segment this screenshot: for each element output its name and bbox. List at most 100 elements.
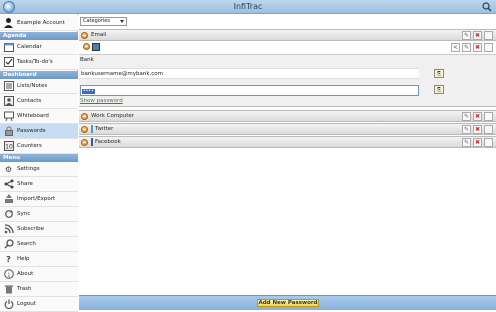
svg-text:i: i: [8, 272, 10, 279]
sidebar-item-trash[interactable]: Trash: [0, 282, 78, 297]
group-label: Work Computer: [91, 113, 135, 119]
group-label: Email: [91, 32, 107, 38]
sidebar-item-share[interactable]: Share: [0, 177, 78, 192]
sidebar-item-label: Contacts: [17, 98, 42, 104]
expand-icon[interactable]: [81, 112, 88, 120]
delete-icon[interactable]: ✖: [473, 112, 482, 121]
entry-toolbar: < ✎ ✖: [79, 41, 496, 55]
delete-icon[interactable]: ✖: [473, 125, 482, 134]
checkbox[interactable]: [484, 125, 493, 134]
group-row-work-computer[interactable]: Work Computer ✎ ✖: [79, 110, 496, 122]
sidebar-item-import-export[interactable]: Import/Export: [0, 192, 78, 207]
search-icon[interactable]: [482, 2, 492, 12]
sidebar-item-counters[interactable]: 10 Counters: [0, 139, 78, 154]
sidebar-item-calendar[interactable]: Calendar: [0, 40, 78, 55]
account-item[interactable]: Example Account: [0, 15, 78, 31]
edit-icon[interactable]: ✎: [462, 43, 471, 52]
delete-icon[interactable]: ✖: [473, 43, 482, 52]
group-color-bar: [91, 138, 93, 146]
group-row-email[interactable]: Email ✎ ✖: [79, 29, 496, 41]
group-row-twitter[interactable]: Twitter ✎ ✖: [79, 123, 496, 135]
sync-icon: [3, 209, 14, 220]
whiteboard-icon: [3, 111, 14, 122]
entry-tools: < ✎ ✖: [451, 43, 493, 52]
show-password-link[interactable]: Show password: [80, 98, 123, 104]
delete-icon[interactable]: ✖: [473, 138, 482, 147]
sidebar-item-label: Passwords: [17, 128, 46, 134]
power-icon: [3, 299, 14, 310]
share-icon[interactable]: <: [451, 43, 460, 52]
sidebar-item-subscribe[interactable]: Subscribe: [0, 222, 78, 237]
sidebar-item-lists-notes[interactable]: Lists/Notes: [0, 79, 78, 94]
group-label: Twitter: [95, 126, 114, 132]
sidebar-item-label: Counters: [17, 143, 42, 149]
gear-icon: ⚙: [4, 164, 13, 174]
sidebar-item-label: Search: [17, 241, 36, 247]
sidebar-item-search[interactable]: Search: [0, 237, 78, 252]
entry-name: Bank: [80, 57, 94, 63]
trash-icon: [3, 284, 14, 295]
filter-bar: Categories: [79, 14, 496, 29]
main-content: Categories Email ✎ ✖ < ✎ ✖ Bank bankuser…: [79, 14, 496, 310]
sidebar-item-passwords[interactable]: Passwords: [0, 124, 78, 139]
avatar-icon: [3, 17, 14, 28]
expand-icon[interactable]: [81, 125, 88, 133]
password-field[interactable]: ••••: [80, 85, 419, 96]
checkbox[interactable]: [484, 138, 493, 147]
counter-icon: 10: [3, 141, 14, 152]
sidebar-item-tasks[interactable]: Tasks/To-do's: [0, 55, 78, 70]
contacts-icon: [3, 96, 14, 107]
chevron-down-icon: [120, 20, 124, 23]
password-mask: ••••: [82, 89, 95, 94]
sidebar-item-label: Share: [17, 181, 33, 187]
sidebar-header-agenda: Agenda: [0, 32, 78, 40]
import-export-icon: [3, 194, 14, 205]
group-color-bar: [91, 125, 93, 133]
sidebar-item-label: Logout: [17, 301, 36, 307]
sidebar-item-whiteboard[interactable]: Whiteboard: [0, 109, 78, 124]
sidebar-item-settings[interactable]: ⚙ Settings: [0, 162, 78, 177]
sidebar-item-about[interactable]: i About: [0, 267, 78, 282]
sidebar-item-label: Sync: [17, 211, 31, 217]
sidebar-item-label: Whiteboard: [17, 113, 49, 119]
category-select[interactable]: Categories: [80, 17, 127, 26]
edit-icon[interactable]: ✎: [462, 138, 471, 147]
delete-icon[interactable]: ✖: [473, 31, 482, 40]
sidebar-item-contacts[interactable]: Contacts: [0, 94, 78, 109]
username-field[interactable]: bankusername@mybank.com: [80, 68, 419, 79]
sidebar-item-sync[interactable]: Sync: [0, 207, 78, 222]
sidebar-item-help[interactable]: ? Help: [0, 252, 78, 267]
edit-icon[interactable]: ✎: [462, 31, 471, 40]
checkbox[interactable]: [484, 112, 493, 121]
app-title: InfiTrac: [233, 2, 263, 11]
edit-icon[interactable]: ✎: [462, 125, 471, 134]
search-icon: [3, 239, 14, 250]
copy-password-icon[interactable]: ⎘: [434, 85, 444, 94]
sidebar-item-label: Help: [17, 256, 30, 262]
checkbox[interactable]: [484, 43, 493, 52]
add-new-password-button[interactable]: Add New Password: [257, 299, 319, 307]
share-icon: [3, 179, 14, 190]
sidebar-item-label: Calendar: [17, 44, 42, 50]
group-row-facebook[interactable]: Facebook ✎ ✖: [79, 136, 496, 148]
group-tools: ✎ ✖: [462, 125, 493, 134]
lock-icon: [3, 126, 14, 137]
entry-color-swatch[interactable]: [92, 43, 100, 51]
expand-icon[interactable]: [81, 138, 88, 146]
sidebar-item-label: Settings: [17, 166, 40, 172]
collapse-icon[interactable]: [81, 31, 88, 39]
collapse-icon[interactable]: [83, 43, 90, 50]
category-select-value: Categories: [83, 18, 110, 24]
edit-icon[interactable]: ✎: [462, 112, 471, 121]
sidebar-item-label: Tasks/To-do's: [17, 59, 53, 65]
info-icon: i: [3, 269, 14, 280]
sidebar-item-label: About: [17, 271, 34, 277]
calendar-icon: [3, 42, 14, 53]
title-bar: InfiTrac: [0, 0, 496, 14]
group-tools: ✎ ✖: [462, 31, 493, 40]
checkbox[interactable]: [484, 31, 493, 40]
rss-icon: [3, 224, 14, 235]
sidebar: Example Account Agenda Calendar Tasks/To…: [0, 14, 78, 312]
copy-username-icon[interactable]: ⎘: [434, 69, 444, 78]
svg-text:10: 10: [5, 144, 13, 151]
